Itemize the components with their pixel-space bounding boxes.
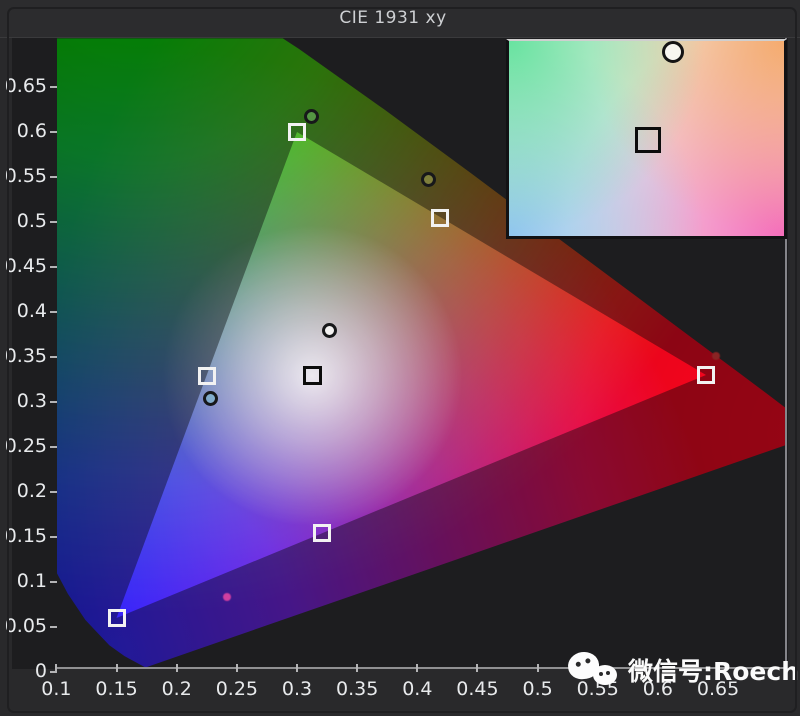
y-tick-label: 0.1: [16, 570, 47, 592]
y-tick-label: 0.5: [16, 210, 47, 232]
x-tick: [235, 664, 238, 672]
y-tick: [50, 626, 57, 628]
x-tick: [476, 664, 479, 672]
y-tick-label: 0: [34, 660, 47, 682]
y-tick: [50, 176, 57, 178]
y-tick: [50, 356, 57, 358]
target-red-primary-square: [697, 366, 716, 384]
target-cyan-square: [197, 366, 216, 385]
measured-white-point: [321, 322, 337, 338]
y-tick-label: 0.05: [4, 615, 47, 637]
y-tick-label: 0.45: [4, 255, 47, 277]
y-tick-label: 0.4: [16, 300, 47, 322]
wechat-icon-small-bubble: [593, 665, 617, 685]
y-tick-label: 0.55: [4, 165, 47, 187]
x-tick: [296, 664, 298, 672]
x-tick: [115, 664, 118, 672]
y-tick-label: 0.15: [4, 525, 47, 547]
x-tick: [356, 664, 359, 672]
y-tick: [50, 581, 57, 583]
y-tick-label: 0.65: [4, 75, 47, 97]
y-tick-label: 0.6: [16, 120, 47, 142]
target-magenta-square: [313, 524, 332, 543]
whitepoint-target-square: [634, 126, 661, 153]
watermark-text: 微信号:Roechina: [628, 657, 800, 686]
measured-blue-point: [223, 593, 232, 602]
y-tick: [50, 311, 57, 313]
y-tick-label: 0.2: [16, 480, 47, 502]
y-tick: [50, 671, 57, 673]
y-tick: [50, 536, 57, 538]
y-tick-label: 0.35: [4, 345, 47, 367]
y-tick: [50, 491, 57, 493]
x-tick: [175, 664, 178, 672]
measured-green-point: [303, 109, 319, 125]
y-tick: [50, 86, 57, 88]
measured-cyan-point: [202, 390, 218, 406]
watermark: 微信号:Roechina: [566, 648, 800, 692]
x-tick: [536, 664, 539, 672]
target-white-point-square: [302, 366, 322, 386]
y-tick-label: 0.25: [4, 435, 47, 457]
target-yellow-square: [431, 208, 450, 227]
x-tick: [416, 664, 419, 672]
y-tick: [50, 266, 57, 268]
page-title: CIE 1931 xy: [339, 8, 447, 28]
calman-cie-chart-window: 0.1 0.15 0.2 0.25 0.3 0.35 0.4 0.45 0.5 0.55 0.6 0.…: [0, 0, 800, 716]
whitepoint-measured-circle: [662, 41, 685, 64]
target-green-primary-square: [288, 123, 306, 141]
y-tick: [50, 221, 57, 223]
y-tick: [50, 446, 57, 448]
measured-yellow-point: [420, 172, 436, 188]
y-tick: [50, 401, 57, 403]
y-tick-label: 0.3: [16, 390, 47, 412]
whitepoint-zoom-inset: [506, 39, 787, 239]
measured-red-point: [711, 352, 720, 361]
chart-title-bar: CIE 1931 xy: [0, 0, 800, 38]
target-blue-primary-square: [107, 609, 126, 627]
y-tick: [50, 131, 57, 133]
